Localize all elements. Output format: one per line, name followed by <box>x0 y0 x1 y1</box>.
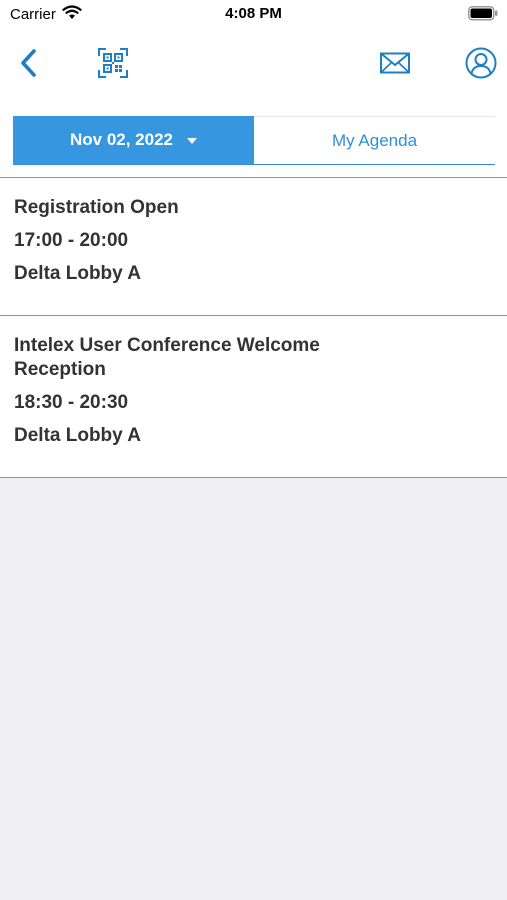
session-time: 17:00 - 20:00 <box>14 230 129 251</box>
profile-button[interactable] <box>464 47 498 83</box>
session-title: Registration Open <box>14 197 179 218</box>
session-item[interactable]: Registration Open 17:00 - 20:00 Delta Lo… <box>0 178 507 316</box>
back-button[interactable] <box>12 47 44 83</box>
user-profile-icon <box>465 47 497 84</box>
session-list: Registration Open 17:00 - 20:00 Delta Lo… <box>0 177 507 478</box>
qr-scan-icon <box>97 47 129 84</box>
navigation-bar <box>0 30 507 105</box>
session-item[interactable]: Intelex User Conference Welcome Receptio… <box>0 316 507 478</box>
qr-scan-button[interactable] <box>96 47 130 83</box>
date-picker-tab[interactable]: Nov 02, 2022 <box>13 116 254 164</box>
session-time: 18:30 - 20:30 <box>14 392 129 413</box>
status-bar: Carrier 4:08 PM <box>0 0 507 30</box>
agenda-segmented-control: Nov 02, 2022 My Agenda <box>13 116 495 165</box>
date-picker-label: Nov 02, 2022 <box>69 130 173 149</box>
session-location: Delta Lobby A <box>14 425 142 446</box>
my-agenda-label: My Agenda <box>331 130 418 150</box>
session-location: Delta Lobby A <box>14 263 142 284</box>
caret-down-icon <box>187 138 197 144</box>
envelope-icon <box>380 52 410 79</box>
status-time: 4:08 PM <box>225 5 282 22</box>
session-title: Intelex User Conference Welcome Receptio… <box>14 335 320 380</box>
chevron-left-icon <box>19 48 37 83</box>
battery-icon <box>468 6 498 26</box>
message-button[interactable] <box>378 49 412 81</box>
my-agenda-tab[interactable]: My Agenda <box>254 116 495 164</box>
